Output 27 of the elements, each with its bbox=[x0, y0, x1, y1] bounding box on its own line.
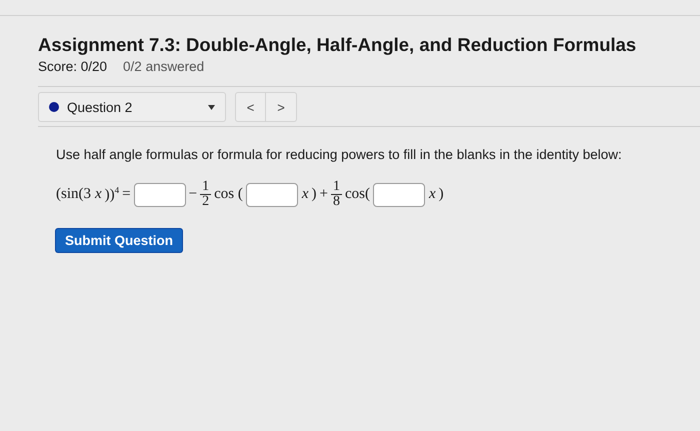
math-text: ) bbox=[438, 186, 444, 203]
submit-question-button[interactable]: Submit Question bbox=[56, 229, 182, 252]
answer-box[interactable] bbox=[246, 182, 298, 206]
math-variable: x bbox=[429, 186, 436, 203]
previous-button[interactable]: < bbox=[235, 92, 266, 122]
math-text: ))$^{4}$ bbox=[104, 185, 120, 204]
fraction: 1 8 bbox=[331, 180, 342, 209]
math-text: + bbox=[320, 186, 328, 203]
score-text: Score: 0/20 bbox=[38, 59, 108, 74]
answer-box[interactable] bbox=[373, 182, 425, 206]
answer-box[interactable] bbox=[134, 182, 186, 206]
next-button[interactable]: > bbox=[266, 92, 297, 122]
math-variable: x bbox=[95, 186, 102, 203]
answered-count: 0/2 answered bbox=[123, 59, 204, 74]
math-text: − bbox=[188, 186, 198, 203]
math-text: cos( bbox=[345, 186, 370, 203]
question-prompt: Use half angle formulas or formula for reducing powers to fill in the blanks in the identity below: bbox=[56, 147, 623, 162]
fraction: 1 2 bbox=[200, 180, 212, 209]
math-text: = bbox=[122, 186, 131, 203]
math-text: cos ( bbox=[214, 186, 243, 203]
status-dot-icon bbox=[49, 102, 59, 112]
math-variable: x bbox=[302, 186, 309, 203]
math-text: (sin(3 bbox=[56, 186, 91, 203]
dropdown-caret-icon bbox=[208, 104, 215, 110]
math-text: ) bbox=[312, 186, 317, 203]
assignment-title: Assignment 7.3: Double-Angle, Half-Angle, and Reduction Formulas bbox=[38, 34, 638, 56]
question-selector[interactable]: Question 2 bbox=[38, 92, 226, 122]
